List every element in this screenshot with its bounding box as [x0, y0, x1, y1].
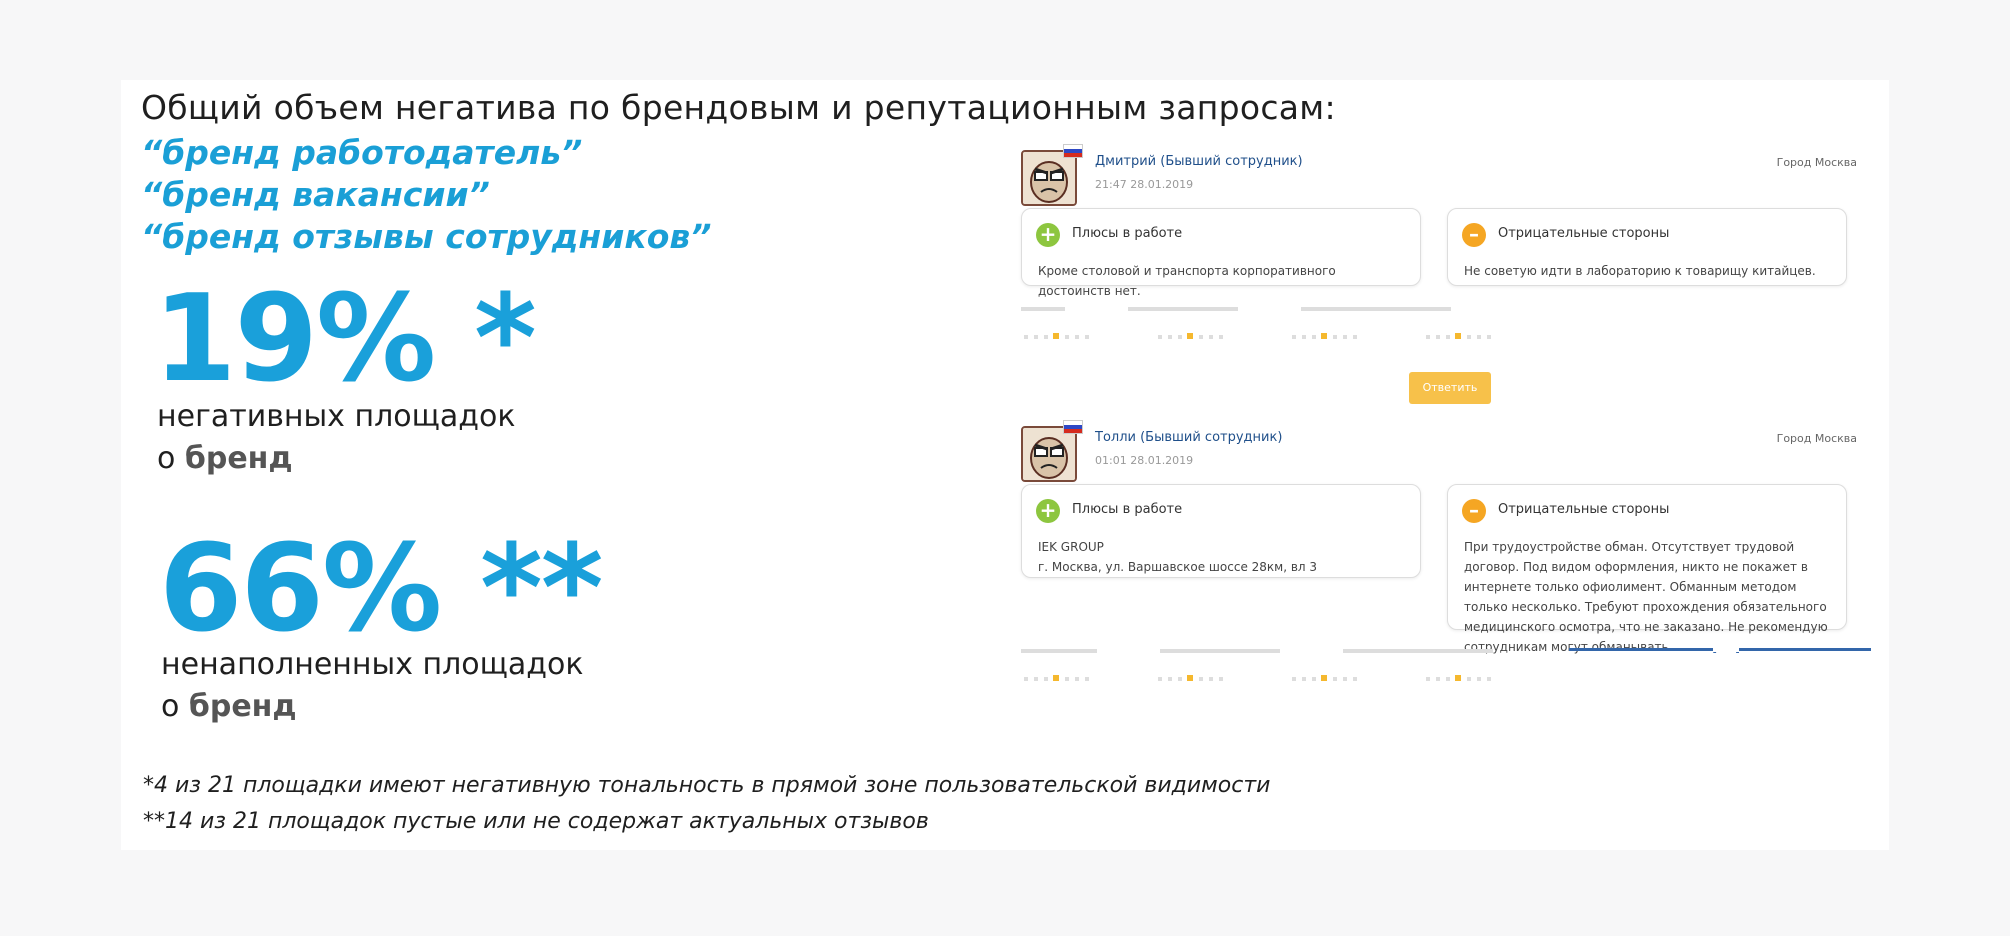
stat-negative-line2: о бренд: [157, 438, 515, 480]
avatar: [1021, 426, 1077, 482]
review-date: 21:47 28.01.2019: [1095, 178, 1194, 191]
minus-icon: –: [1462, 223, 1486, 247]
footnote-2: **14 из 21 площадок пустые или не содерж…: [143, 809, 929, 834]
pros-text-line: IEK GROUP: [1038, 540, 1104, 554]
pros-title: Плюсы в работе: [1072, 226, 1183, 241]
reviews-screenshot: Дмитрий (Бывший сотрудник) 21:47 28.01.2…: [1019, 144, 1871, 704]
stat-empty-desc: ненаполненных площадок о бренд: [161, 644, 584, 728]
plus-icon: +: [1036, 223, 1060, 247]
review-author[interactable]: Дмитрий (Бывший сотрудник): [1095, 154, 1303, 169]
review-cons: – Отрицательные стороны При трудоустройс…: [1447, 484, 1847, 654]
stat-negative-brand: бренд: [184, 441, 293, 476]
stat-empty-brand: бренд: [188, 689, 297, 724]
review-author[interactable]: Толли (Бывший сотрудник): [1095, 430, 1282, 445]
cons-text: Не советую идти в лабораторию к товарищу…: [1464, 264, 1816, 278]
pros-text-line: г. Москва, ул. Варшавское шоссе 28км, вл…: [1038, 560, 1318, 574]
query-item: “бренд отзывы сотрудников”: [141, 217, 712, 256]
review-city: Город Москва: [1776, 156, 1857, 169]
pros-title: Плюсы в работе: [1072, 502, 1183, 517]
slide-heading: Общий объем негатива по брендовым и репу…: [141, 88, 1336, 127]
review-meta: [1021, 646, 1493, 656]
review-date: 01:01 28.01.2019: [1095, 454, 1194, 467]
query-list: “бренд работодатель” “бренд вакансии” “б…: [141, 132, 712, 258]
angry-face-icon: [1023, 152, 1075, 204]
angry-face-icon: [1023, 428, 1075, 480]
query-item: “бренд работодатель”: [141, 133, 583, 172]
stat-empty-value: 66% **: [159, 520, 604, 659]
stat-negative-value: 19% *: [153, 270, 537, 409]
stat-negative-prefix: о: [157, 441, 185, 476]
review-pros: + Плюсы в работе IEK GROUP г. Москва, ул…: [1021, 484, 1421, 578]
pros-text: IEK GROUP г. Москва, ул. Варшавское шосс…: [1038, 537, 1406, 577]
avatar: [1021, 150, 1077, 206]
answer-button[interactable]: Ответить: [1409, 372, 1491, 404]
review-cons: – Отрицательные стороны Не советую идти …: [1447, 208, 1847, 286]
review-links[interactable]: [1569, 644, 1871, 654]
cons-title: Отрицательные стороны: [1498, 502, 1670, 517]
review-city: Город Москва: [1776, 432, 1857, 445]
stat-empty-line1: ненаполненных площадок: [161, 647, 584, 682]
cons-title: Отрицательные стороны: [1498, 226, 1670, 241]
russia-flag-icon: [1063, 144, 1083, 158]
review-pros: + Плюсы в работе Кроме столовой и трансп…: [1021, 208, 1421, 298]
russia-flag-icon: [1063, 420, 1083, 434]
footnotes: *4 из 21 площадки имеют негативную тонал…: [143, 768, 1270, 840]
stat-empty-line2: о бренд: [161, 686, 584, 728]
pros-text: Кроме столовой и транспорта корпоративно…: [1038, 264, 1336, 298]
plus-icon: +: [1036, 499, 1060, 523]
stat-empty-prefix: о: [161, 689, 189, 724]
cons-text: При трудоустройстве обман. Отсутствует т…: [1464, 540, 1828, 654]
stat-negative-line1: негативных площадок: [157, 399, 516, 434]
review-meta: [1021, 304, 1451, 314]
footnote-1: *4 из 21 площадки имеют негативную тонал…: [143, 773, 1271, 798]
review-ratings: [1021, 674, 1494, 684]
slide: Общий объем негатива по брендовым и репу…: [121, 80, 1889, 850]
review-ratings: [1021, 332, 1494, 342]
query-item: “бренд вакансии”: [141, 175, 490, 214]
minus-icon: –: [1462, 499, 1486, 523]
stat-negative-desc: негативных площадок о бренд: [157, 396, 515, 480]
